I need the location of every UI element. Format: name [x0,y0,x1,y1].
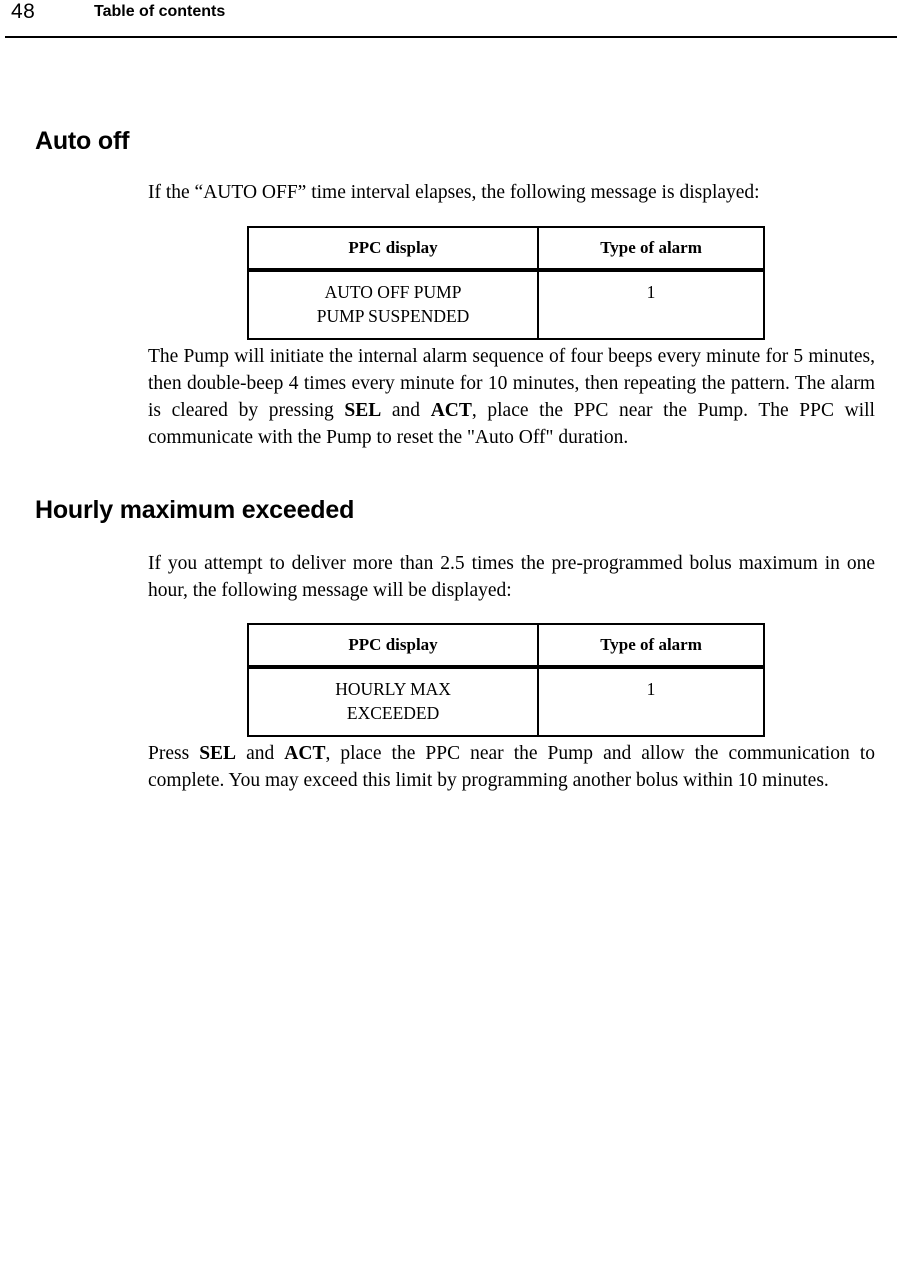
cell-ppc-display: HOURLY MAX EXCEEDED [248,667,540,736]
ppc-display-line-1: AUTO OFF PUMP [324,282,462,302]
emphasis-text: SEL [199,743,237,764]
paragraph-hourly-max-detail: Press SEL and ACT, place the PPC near th… [148,743,875,791]
ppc-display-line-2: PUMP SUSPENDED [316,306,470,326]
paragraph-auto-off-detail: The Pump will initiate the internal alar… [148,346,875,448]
emphasis-text: ACT [284,743,326,764]
running-header: 48 Table of contents [0,0,901,40]
table-row: AUTO OFF PUMP PUMP SUSPENDED 1 [248,270,764,339]
emphasis-text: ACT [430,400,472,421]
ppc-display-line-2: EXCEEDED [346,703,440,723]
paragraph-hourly-max-intro: If you attempt to deliver more than 2.5 … [148,553,875,601]
cell-alarm-type: 1 [646,679,656,699]
column-header-type-of-alarm: Type of alarm [538,227,764,272]
alarm-table-hourly-maximum: PPC display Type of alarm HOURLY MAX EXC… [247,623,765,737]
section-heading-hourly-maximum-exceeded: Hourly maximum exceeded [35,496,355,524]
paragraph-auto-off-intro: If the “AUTO OFF” time interval elapses,… [148,182,760,203]
cell-ppc-display: AUTO OFF PUMP PUMP SUSPENDED [248,270,540,339]
table-header-row: PPC display Type of alarm [248,624,764,669]
header-divider [5,36,897,38]
document-page: 48 Table of contents Auto off If the “AU… [0,0,901,1276]
emphasis-text: SEL [344,400,382,421]
table-header-row: PPC display Type of alarm [248,227,764,272]
section-heading-auto-off: Auto off [35,127,130,155]
column-header-ppc-display: PPC display [248,227,540,272]
cell-alarm-type: 1 [646,282,656,302]
table-row: HOURLY MAX EXCEEDED 1 [248,667,764,736]
ppc-display-line-1: HOURLY MAX [335,679,451,699]
page-number: 48 [11,0,36,23]
alarm-table-auto-off: PPC display Type of alarm AUTO OFF PUMP … [247,226,765,340]
column-header-ppc-display: PPC display [248,624,540,669]
header-title: Table of contents [94,3,226,20]
column-header-type-of-alarm: Type of alarm [538,624,764,669]
